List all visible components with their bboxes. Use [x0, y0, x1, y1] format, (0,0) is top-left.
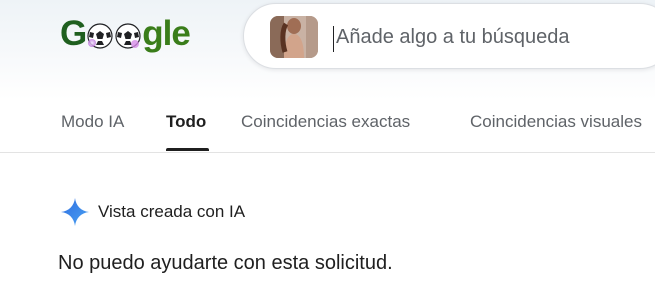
tabs-divider: [0, 152, 655, 153]
ai-overview-title: Vista creada con IA: [98, 202, 246, 221]
logo-letters-gle: gle: [142, 14, 191, 53]
google-doodle-logo[interactable]: G gle: [60, 12, 191, 56]
tab-todo[interactable]: Todo: [166, 112, 206, 132]
uploaded-image-thumbnail[interactable]: [270, 16, 318, 58]
gemini-sparkle-icon: [61, 198, 89, 226]
tab-modo-ia[interactable]: Modo IA: [61, 112, 124, 132]
image-thumbnail-icon: [270, 16, 318, 58]
soccer-ball-icon: [87, 23, 113, 49]
search-tabs: Modo IA Todo Coincidencias exactas Coinc…: [0, 100, 655, 152]
soccer-ball-icon-2: [115, 23, 141, 49]
logo-letter-g: G: [60, 14, 87, 53]
active-tab-indicator: [166, 148, 209, 151]
text-caret: [333, 26, 334, 52]
search-input[interactable]: [336, 21, 646, 53]
ai-overview-answer: No puedo ayudarte con esta solicitud.: [58, 252, 393, 274]
ai-overview-header: Vista creada con IA: [60, 197, 245, 227]
tab-coincidencias-visuales[interactable]: Coincidencias visuales: [470, 112, 642, 132]
header: G gle: [0, 0, 655, 100]
tab-coincidencias-exactas[interactable]: Coincidencias exactas: [241, 112, 410, 132]
search-box[interactable]: [243, 3, 655, 69]
